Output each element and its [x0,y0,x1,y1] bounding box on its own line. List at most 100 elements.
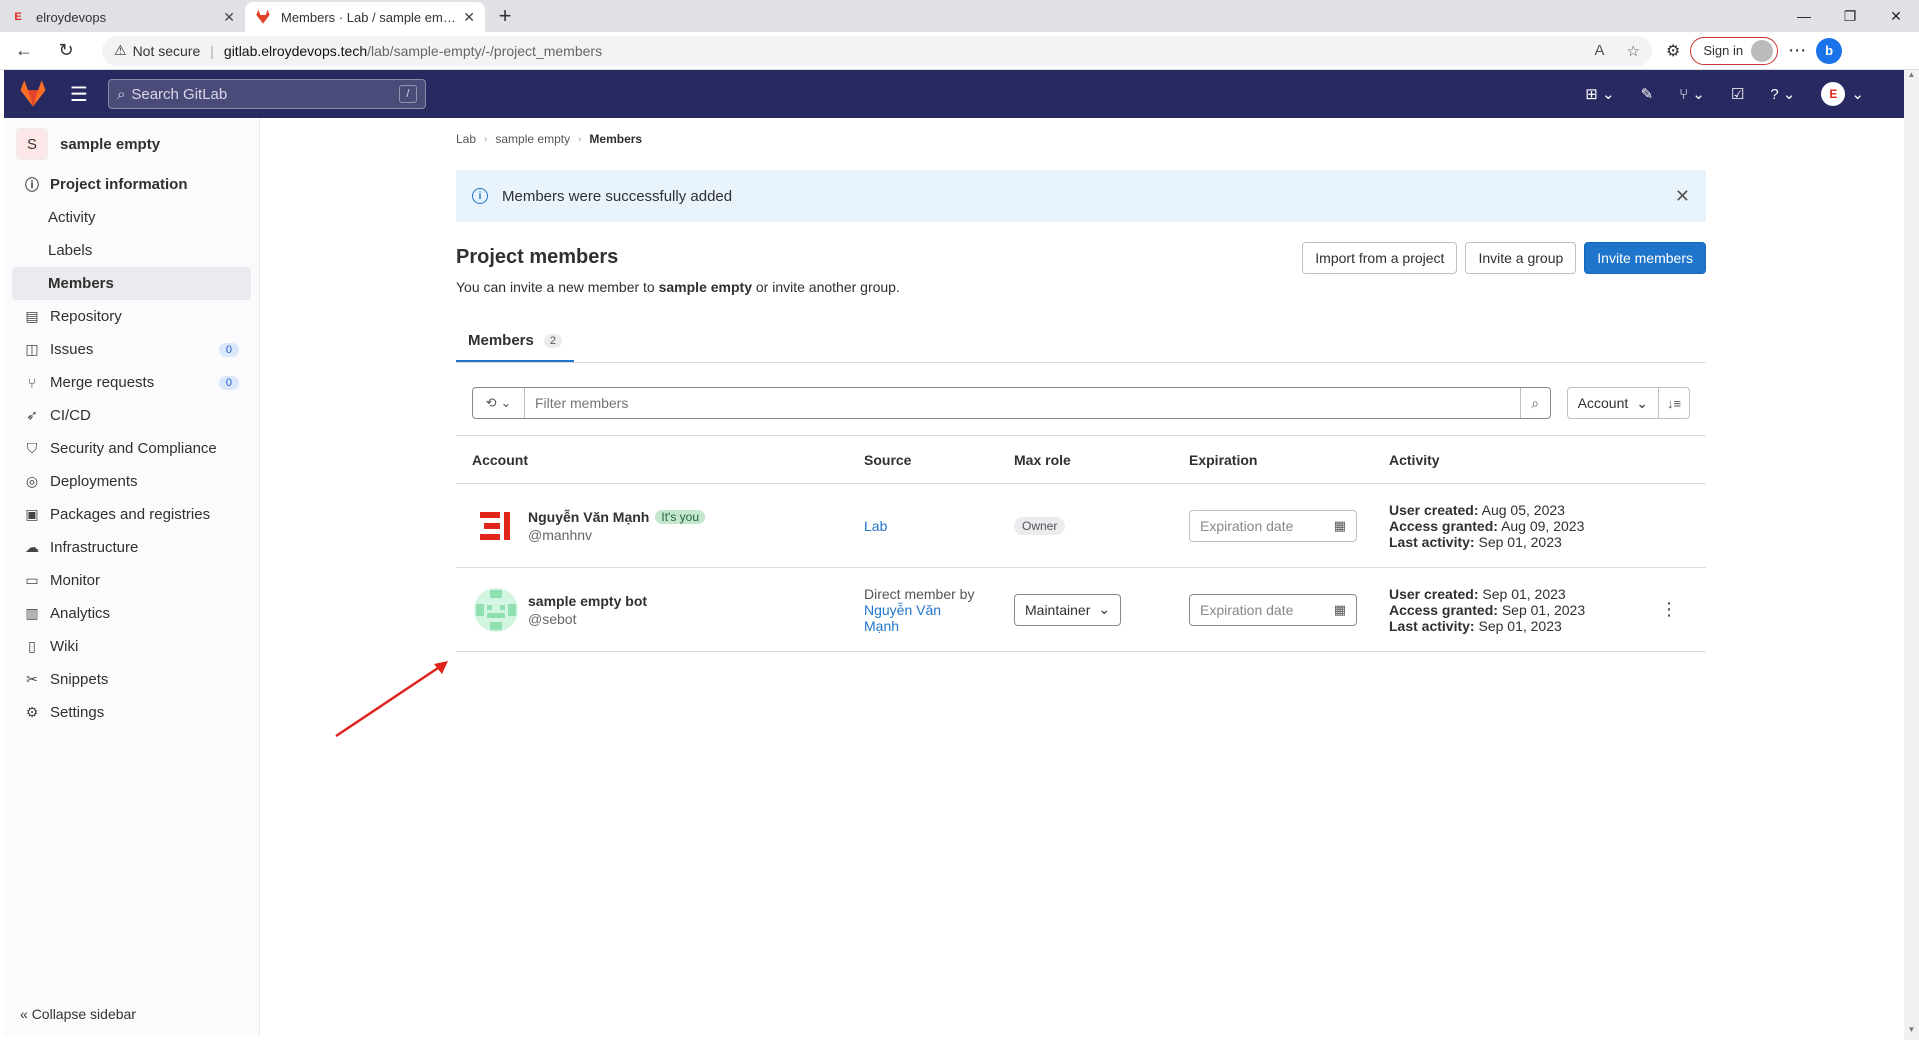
browser-tab-members[interactable]: Members · Lab / sample empty · ✕ [245,2,485,32]
help-icon[interactable]: ? ⌄ [1770,85,1795,103]
account-cell: Nguyễn Văn Mạnh It's you @manhnv [456,501,864,550]
sidebar-item-label: Labels [48,242,93,259]
expiration-date-input[interactable]: Expiration date ▦ [1189,593,1357,626]
column-activity: Activity [1389,451,1440,468]
sidebar-item-packages[interactable]: ▣ Packages and registries [4,498,259,531]
sidebar-item-snippets[interactable]: ✂ Snippets [4,663,259,696]
todos-icon[interactable]: ☑ [1731,85,1744,103]
browser-tabbar: E elroydevops ✕ Members · Lab / sample e… [0,0,1919,32]
sidebar-item-analytics[interactable]: ▥ Analytics [4,597,259,630]
tab-members[interactable]: Members 2 [456,321,574,362]
filter-members-input[interactable] [525,389,1520,417]
new-item-icon[interactable]: ⊞ ⌄ [1585,85,1614,103]
member-name[interactable]: Nguyễn Văn Mạnh It's you [528,509,705,525]
url-separator: | [210,42,214,59]
close-tab-icon[interactable]: ✕ [223,9,235,26]
breadcrumb-project[interactable]: sample empty [495,132,570,146]
sidebar-item-cicd[interactable]: ➶ CI/CD [4,399,259,432]
gitlab-logo-icon[interactable] [18,79,48,109]
avatar[interactable] [472,585,520,634]
sort-dropdown[interactable]: Account ⌄ [1568,388,1659,418]
extensions-icon[interactable]: ⚙ [1666,41,1680,61]
filter-row: ⟲⌄ ⌕ Account⌄ ↓≡ [472,387,1690,419]
sidebar-item-infrastructure[interactable]: ☁ Infrastructure [4,531,259,564]
browser-addressbar: ← ↻ ⚠ Not secure | gitlab.elroydevops.te… [0,32,1919,70]
more-actions-icon[interactable]: ⋮ [1639,599,1699,620]
filter-bar: ⟲⌄ ⌕ [472,387,1551,419]
merge-icon: ⑂ [27,374,37,391]
doc-icon: ▤ [25,308,39,324]
shield-icon: ⛉ [26,440,38,456]
reload-icon[interactable]: ↻ [48,35,84,67]
table-header: Account Source Max role Expiration Activ… [456,436,1706,484]
scroll-down-icon[interactable]: ▼ [1904,1025,1919,1040]
history-dropdown[interactable]: ⟲ ⌄ [473,388,525,418]
user-menu-button[interactable]: E ⌄ [1821,82,1864,106]
collapse-sidebar-label: Collapse sidebar [31,1006,136,1022]
access-granted: Access granted: Sep 01, 2023 [1389,602,1639,618]
browser-tab-elroydevops[interactable]: E elroydevops ✕ [0,2,245,32]
search-input[interactable]: ⌕ Search GitLab / [107,79,426,109]
page-scrollbar[interactable]: ▲ ▼ [1904,70,1919,1040]
import-from-project-button[interactable]: Import from a project [1302,242,1458,274]
desc-project: sample empty [658,279,752,295]
url-path: /lab/sample-empty/-/project_members [367,42,603,59]
history-icon: ⟲ [485,395,497,410]
close-window-icon[interactable]: ✕ [1873,0,1919,32]
sidebar-item-issues[interactable]: ◫ Issues 0 [4,333,259,366]
sort-direction-icon[interactable]: ↓≡ [1659,388,1689,418]
breadcrumb-lab[interactable]: Lab [456,132,476,146]
bing-icon[interactable]: b [1816,37,1843,64]
sign-in-button[interactable]: Sign in [1690,36,1779,65]
close-icon[interactable]: ✕ [1675,186,1690,207]
user-created-value: Aug 05, 2023 [1481,501,1565,518]
rocket-icon: ➶ [26,407,38,423]
collapse-sidebar-button[interactable]: « Collapse sidebar [20,1006,136,1022]
search-icon: ⌕ [116,85,126,103]
expiration-placeholder: Expiration date [1200,517,1294,534]
member-name[interactable]: sample empty bot [528,593,647,609]
sidebar-item-repository[interactable]: ▤ Repository [4,300,259,333]
read-aloud-icon[interactable]: A [1595,42,1605,60]
monitor-icon: ▭ [25,572,39,588]
scroll-up-icon[interactable]: ▲ [1904,70,1919,85]
invite-members-button[interactable]: Invite members [1584,242,1706,274]
sidebar-project[interactable]: S sample empty [4,124,259,164]
menu-icon[interactable]: ☰ [70,82,88,107]
sidebar-item-merge-requests[interactable]: ⑂ Merge requests 0 [4,366,259,399]
restore-icon[interactable]: ❐ [1827,0,1873,32]
last-activity-label: Last activity: [1389,617,1475,634]
sidebar-item-deployments[interactable]: ◎ Deployments [4,465,259,498]
sidebar-item-activity[interactable]: Activity [4,201,259,234]
sidebar-item-members[interactable]: Members [12,267,251,300]
chevron-right-icon: › [578,133,582,145]
sidebar-item-monitor[interactable]: ▭ Monitor [4,564,259,597]
page-title: Project members [456,246,619,268]
desc-suffix: or invite another group. [751,279,900,295]
source-link[interactable]: Lab [864,518,887,534]
close-tab-icon[interactable]: ✕ [463,9,475,26]
sidebar-item-wiki[interactable]: ▯ Wiki [4,630,259,663]
role-dropdown[interactable]: Maintainer ⌄ [1014,593,1122,626]
back-icon[interactable]: ← [6,35,42,67]
issues-icon: ◫ [25,341,39,357]
browser-menu-icon[interactable]: ⋯ [1788,40,1806,61]
merge-requests-header-icon[interactable]: ⑂ ⌄ [1679,85,1705,103]
invite-group-button[interactable]: Invite a group [1465,242,1577,274]
new-tab-button[interactable]: + [491,2,519,30]
avatar[interactable] [472,501,520,550]
breadcrumb-members[interactable]: Members [589,132,642,146]
minimize-icon[interactable]: — [1781,0,1827,32]
url-bar[interactable]: ⚠ Not secure | gitlab.elroydevops.tech /… [102,35,1652,66]
sidebar-item-settings[interactable]: ⚙ Settings [4,696,259,729]
elroy-favicon-icon: E [14,11,22,23]
sidebar-item-project-information[interactable]: ⓘ Project information [4,168,259,201]
sidebar-item-security[interactable]: ⛉ Security and Compliance [4,432,259,465]
project-name: sample empty [60,135,161,153]
source-link[interactable]: Nguyễn Văn Mạnh [864,602,964,634]
search-icon[interactable]: ⌕ [1519,388,1550,418]
gitlab-header: ☰ ⌕ Search GitLab / ⊞ ⌄ ✎ ⑂ ⌄ ☑ ? ⌄ E ⌄ [4,70,1904,118]
favorite-star-icon[interactable]: ☆ [1627,42,1640,60]
issues-header-icon[interactable]: ✎ [1641,85,1654,103]
sidebar-item-labels[interactable]: Labels [4,234,259,267]
